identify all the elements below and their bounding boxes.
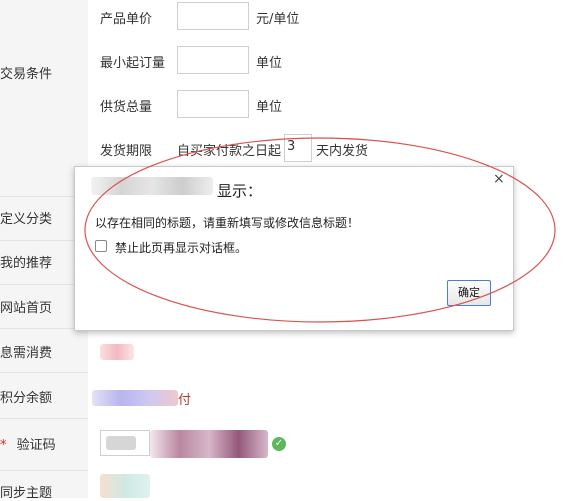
annotation-ellipse (84, 137, 556, 323)
